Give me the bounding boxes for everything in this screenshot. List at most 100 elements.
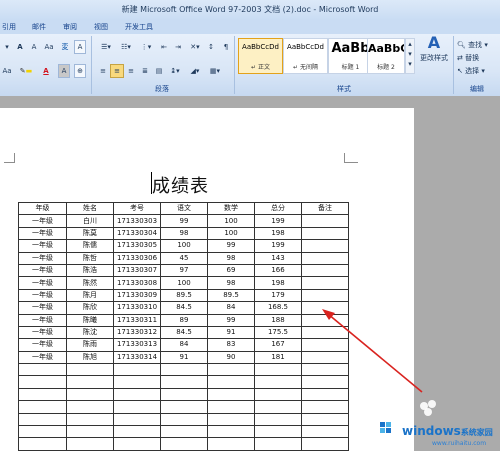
table-cell[interactable]: 171330308 [113,276,161,290]
table-cell[interactable]: 171330314 [113,350,161,365]
borders-icon[interactable]: ▦▾ [206,64,224,78]
shrink-font-button[interactable]: A [28,40,40,54]
table-cell[interactable] [66,412,114,427]
table-cell[interactable] [301,350,349,365]
table-cell[interactable]: 98 [207,251,255,265]
table-cell[interactable]: 143 [254,251,302,265]
table-cell[interactable]: 一年级 [18,313,67,327]
table-cell[interactable] [254,387,302,402]
table-cell[interactable]: 199 [254,214,302,228]
sort-icon[interactable]: ↕ [204,40,218,54]
table-cell[interactable]: 一年级 [18,288,67,303]
table-cell[interactable]: 备注 [301,201,349,216]
table-cell[interactable]: 171330305 [113,239,161,253]
table-cell[interactable] [160,363,208,377]
table-cell[interactable]: 179 [254,288,302,303]
change-styles-button[interactable]: A 更改样式 [417,35,451,78]
table-cell[interactable]: 166 [254,263,302,278]
table-cell[interactable] [254,363,302,377]
table-cell[interactable]: 一年级 [18,226,67,241]
table-cell[interactable]: 100 [160,239,208,253]
table-cell[interactable] [113,412,161,427]
table-cell[interactable] [18,437,67,451]
table-cell[interactable] [254,437,302,451]
table-cell[interactable] [301,400,349,414]
table-cell[interactable]: 175.5 [254,325,302,340]
font-size-dropdown[interactable]: ▾ [2,40,12,54]
table-cell[interactable] [207,437,255,451]
table-cell[interactable]: 姓名 [66,201,114,216]
table-cell[interactable]: 171330304 [113,226,161,241]
table-cell[interactable] [301,425,349,439]
table-cell[interactable]: 91 [160,350,208,365]
table-cell[interactable] [207,425,255,439]
phonetic-guide-icon[interactable]: 変 [58,40,72,54]
char-shading-button[interactable]: A [58,64,70,78]
table-cell[interactable] [301,239,349,253]
table-cell[interactable] [301,288,349,303]
table-cell[interactable]: 97 [160,263,208,278]
table-cell[interactable]: 98 [207,276,255,290]
table-cell[interactable] [301,375,349,389]
table-cell[interactable]: 90 [207,350,255,365]
table-cell[interactable]: 一年级 [18,276,67,290]
table-cell[interactable]: 陈月 [66,288,114,303]
table-cell[interactable]: 171330313 [113,338,161,352]
grow-font-button[interactable]: A [14,40,26,54]
distributed-icon[interactable]: ▤ [152,64,166,78]
line-spacing-icon[interactable]: ↨▾ [166,64,184,78]
table-cell[interactable] [301,214,349,228]
table-cell[interactable]: 167 [254,338,302,352]
table-cell[interactable]: 一年级 [18,338,67,352]
table-cell[interactable] [66,363,114,377]
table-cell[interactable] [66,425,114,439]
table-cell[interactable] [301,313,349,327]
table-cell[interactable]: 99 [160,214,208,228]
bullets-icon[interactable]: ☰▾ [96,40,116,54]
table-cell[interactable]: 84 [207,301,255,315]
table-cell[interactable] [254,400,302,414]
table-cell[interactable] [301,338,349,352]
table-cell[interactable] [301,226,349,241]
table-cell[interactable]: 考号 [113,201,161,216]
table-cell[interactable] [160,437,208,451]
tab-references[interactable]: 引用 [2,20,16,34]
table-cell[interactable] [160,400,208,414]
table-cell[interactable] [301,412,349,427]
table-cell[interactable]: 一年级 [18,301,67,315]
justify-icon[interactable]: ≣ [138,64,152,78]
select-button[interactable]: ↖ 选择 ▾ [456,64,498,78]
font-color-button[interactable]: A [38,64,54,78]
table-cell[interactable]: 一年级 [18,263,67,278]
table-cell[interactable]: 99 [207,313,255,327]
table-cell[interactable] [113,400,161,414]
tab-view[interactable]: 视图 [94,20,108,34]
table-cell[interactable]: 198 [254,226,302,241]
table-cell[interactable] [18,363,67,377]
table-cell[interactable]: 188 [254,313,302,327]
table-cell[interactable]: 199 [254,239,302,253]
shading-icon[interactable]: ◢▾ [186,64,204,78]
numbering-icon[interactable]: ☷▾ [116,40,136,54]
table-cell[interactable]: 181 [254,350,302,365]
table-cell[interactable]: 一年级 [18,239,67,253]
increase-indent-icon[interactable]: ⇥ [171,40,185,54]
table-cell[interactable]: 年级 [18,201,67,216]
char-spacing-button[interactable]: Aa [0,64,14,78]
table-cell[interactable]: 100 [207,214,255,228]
table-cell[interactable]: 171330312 [113,325,161,340]
table-cell[interactable]: 陈浩 [66,263,114,278]
table-cell[interactable]: 陈旭 [66,350,114,365]
char-border-button[interactable]: A [74,40,86,54]
table-cell[interactable] [301,325,349,340]
table-cell[interactable] [18,375,67,389]
tab-mailings[interactable]: 邮件 [32,20,46,34]
table-cell[interactable]: 198 [254,276,302,290]
style-heading-2[interactable]: AaBbC 标题 2 [367,38,405,74]
table-cell[interactable]: 91 [207,325,255,340]
align-right-icon[interactable]: ≡ [124,64,138,78]
table-cell[interactable] [66,437,114,451]
table-cell[interactable] [254,375,302,389]
table-cell[interactable]: 171330303 [113,214,161,228]
table-cell[interactable]: 语文 [160,201,208,216]
